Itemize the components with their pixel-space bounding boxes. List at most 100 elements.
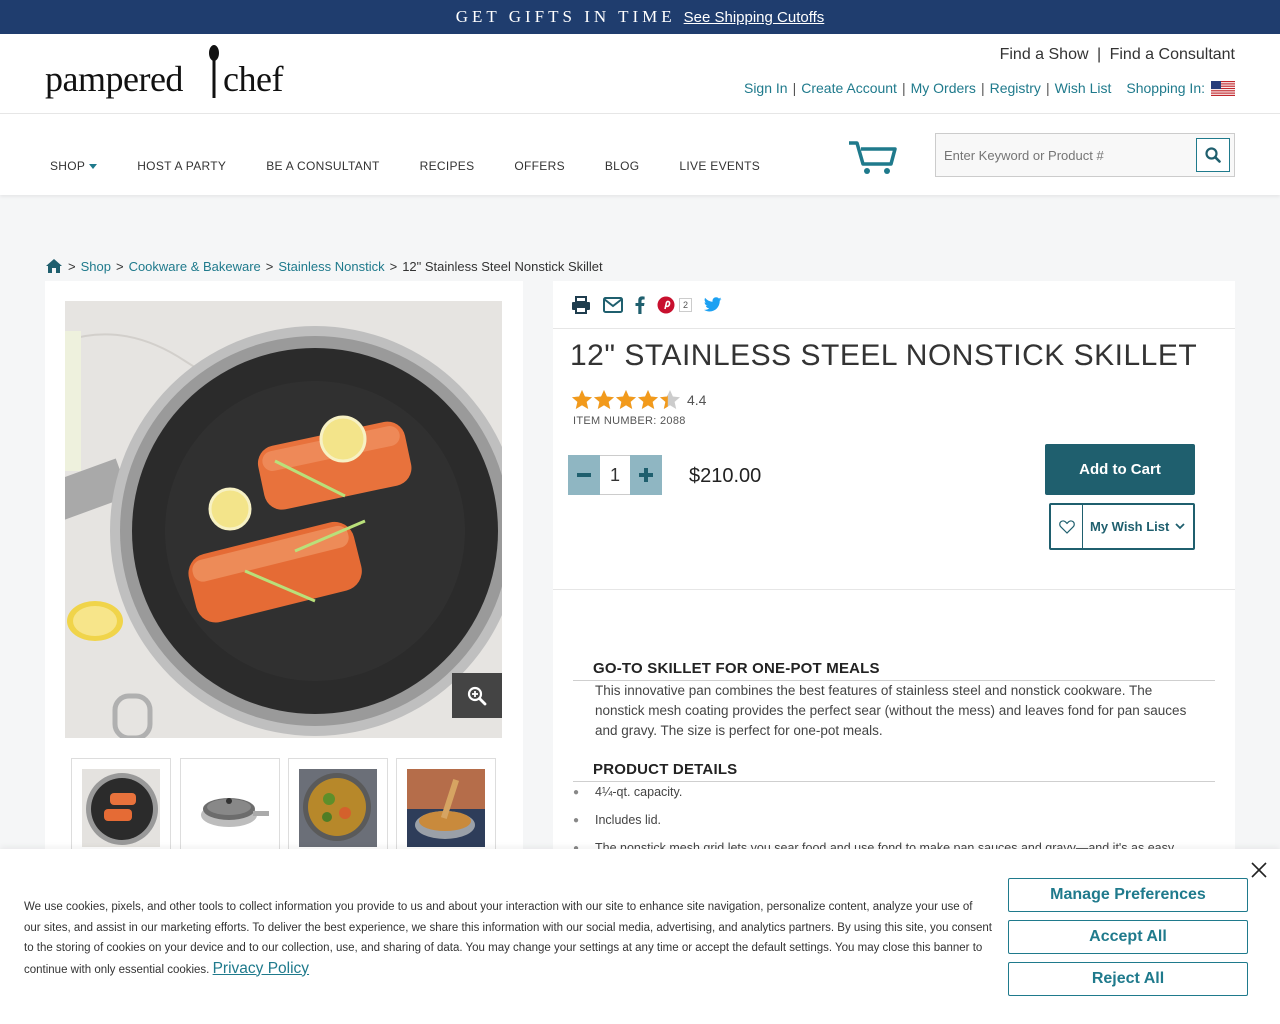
decrease-quantity-button[interactable]: [568, 455, 600, 495]
product-price: $210.00: [689, 465, 762, 487]
bullet-icon: ●: [573, 787, 580, 798]
nav-shop[interactable]: SHOP: [50, 159, 98, 173]
chevron-down-icon: [1175, 523, 1185, 530]
item-number: ITEM NUMBER: 2088: [573, 415, 686, 427]
section-divider: [553, 589, 1235, 590]
thumbnail-4[interactable]: [396, 758, 496, 858]
home-icon[interactable]: [45, 258, 63, 274]
close-icon[interactable]: [1250, 861, 1268, 879]
wish-list-link[interactable]: Wish List: [1055, 80, 1112, 96]
pinterest-icon[interactable]: [657, 296, 675, 314]
increase-quantity-button[interactable]: [630, 455, 662, 495]
my-orders-link[interactable]: My Orders: [911, 80, 976, 96]
breadcrumb-sep: >: [68, 258, 76, 274]
wish-list-button[interactable]: My Wish List: [1049, 503, 1195, 550]
thumbnail-image: [82, 769, 160, 847]
shipping-cutoffs-link[interactable]: See Shipping Cutoffs: [684, 9, 825, 26]
thumbnail-image: [407, 769, 485, 847]
nav-offers[interactable]: OFFERS: [514, 159, 564, 173]
star-4: [638, 390, 658, 409]
promo-banner: GET GIFTS IN TIME See Shipping Cutoffs: [0, 0, 1280, 34]
section-title-details: PRODUCT DETAILS: [593, 761, 738, 778]
share-bar: 2: [553, 281, 1235, 329]
breadcrumb-current: 12" Stainless Steel Nonstick Skillet: [402, 258, 603, 274]
breadcrumb-sep: >: [265, 258, 274, 274]
product-gallery: [45, 281, 523, 861]
section-title-goto: GO-TO SKILLET FOR ONE-POT MEALS: [593, 660, 880, 677]
print-icon[interactable]: [571, 295, 591, 314]
registry-link[interactable]: Registry: [990, 80, 1041, 96]
account-links: Sign In | Create Account | My Orders | R…: [744, 80, 1235, 96]
nav-be-a-consultant[interactable]: BE A CONSULTANT: [266, 159, 379, 173]
find-show-link[interactable]: Find a Show: [1000, 46, 1089, 63]
logo-text-left: pampered: [45, 59, 183, 99]
email-icon[interactable]: [603, 296, 623, 313]
breadcrumb-sep: >: [389, 258, 398, 274]
thumbnail-1[interactable]: [71, 758, 171, 858]
reject-all-button[interactable]: Reject All: [1008, 962, 1248, 996]
logo-text-right: chef: [223, 59, 283, 99]
plus-icon: [639, 468, 653, 482]
thumbnail-image: [191, 769, 269, 847]
detail-text: 4¼-qt. capacity.: [595, 785, 683, 799]
rating-value: 4.4: [687, 392, 707, 408]
quantity-stepper: 1: [568, 455, 662, 495]
product-description: This innovative pan combines the best fe…: [595, 683, 1187, 738]
top-links: Find a Show | Find a Consultant: [1000, 46, 1235, 64]
zoom-in-icon: [467, 686, 487, 705]
nav-recipes[interactable]: RECIPES: [420, 159, 475, 173]
product-info: 2 12" STAINLESS STEEL NONSTICK SKILLET 4…: [553, 281, 1235, 861]
manage-preferences-button[interactable]: Manage Preferences: [1008, 878, 1248, 912]
search-input[interactable]: [944, 147, 1194, 163]
cookie-banner: We use cookies, pixels, and other tools …: [0, 849, 1280, 1024]
shopping-in-label[interactable]: Shopping In:: [1126, 80, 1205, 96]
star-1: [572, 390, 592, 409]
detail-text: Includes lid.: [595, 813, 662, 827]
site-header: pampered chef Find a Show | Find a Consu…: [0, 34, 1280, 114]
quantity-input[interactable]: 1: [600, 455, 630, 495]
breadcrumb-stainless-nonstick[interactable]: Stainless Nonstick: [278, 259, 384, 274]
rating-stars[interactable]: 4.4: [571, 389, 706, 411]
search-icon: [1205, 147, 1221, 163]
minus-icon: [577, 473, 591, 477]
breadcrumb-sep: >: [115, 258, 124, 274]
skillet-photo: [65, 301, 502, 738]
breadcrumb-shop[interactable]: Shop: [81, 259, 111, 274]
facebook-icon[interactable]: [635, 295, 645, 314]
promo-headline: GET GIFTS IN TIME: [455, 7, 676, 26]
search-box: [935, 133, 1235, 177]
accept-all-button[interactable]: Accept All: [1008, 920, 1248, 954]
us-flag-icon[interactable]: [1211, 80, 1235, 96]
nav-shop-label: SHOP: [50, 159, 86, 173]
wish-heart-button[interactable]: [1051, 505, 1083, 548]
product-title: 12" STAINLESS STEEL NONSTICK SKILLET: [570, 339, 1198, 372]
thumbnail-2[interactable]: [180, 758, 280, 858]
wish-list-label: My Wish List: [1090, 519, 1170, 534]
product-main-image[interactable]: [65, 301, 502, 738]
find-consultant-link[interactable]: Find a Consultant: [1110, 46, 1235, 63]
detail-item: ● Includes lid.: [573, 813, 661, 827]
star-rating-icon: [572, 390, 680, 409]
pampered-chef-logo[interactable]: pampered chef: [45, 44, 295, 104]
twitter-icon[interactable]: [704, 297, 722, 312]
breadcrumb: > Shop > Cookware & Bakeware > Stainless…: [45, 258, 603, 274]
create-account-link[interactable]: Create Account: [801, 80, 897, 96]
nav-host-a-party[interactable]: HOST A PARTY: [137, 159, 226, 173]
privacy-policy-link[interactable]: Privacy Policy: [213, 960, 309, 977]
link-separator: |: [901, 80, 906, 96]
cart-icon[interactable]: [847, 140, 897, 176]
zoom-button[interactable]: [452, 673, 502, 718]
sign-in-link[interactable]: Sign In: [744, 80, 788, 96]
star-5: [660, 390, 680, 409]
link-separator: |: [980, 80, 985, 96]
nav-blog[interactable]: BLOG: [605, 159, 640, 173]
search-button[interactable]: [1196, 138, 1230, 172]
breadcrumb-cookware[interactable]: Cookware & Bakeware: [129, 259, 261, 274]
add-to-cart-button[interactable]: Add to Cart: [1045, 444, 1195, 495]
thumbnail-3[interactable]: [288, 758, 388, 858]
link-separator: |: [1045, 80, 1050, 96]
nav-live-events[interactable]: LIVE EVENTS: [679, 159, 760, 173]
thumbnail-image: [299, 769, 377, 847]
cookie-notice-body: We use cookies, pixels, and other tools …: [24, 901, 992, 976]
cookie-notice-text: We use cookies, pixels, and other tools …: [24, 897, 992, 980]
